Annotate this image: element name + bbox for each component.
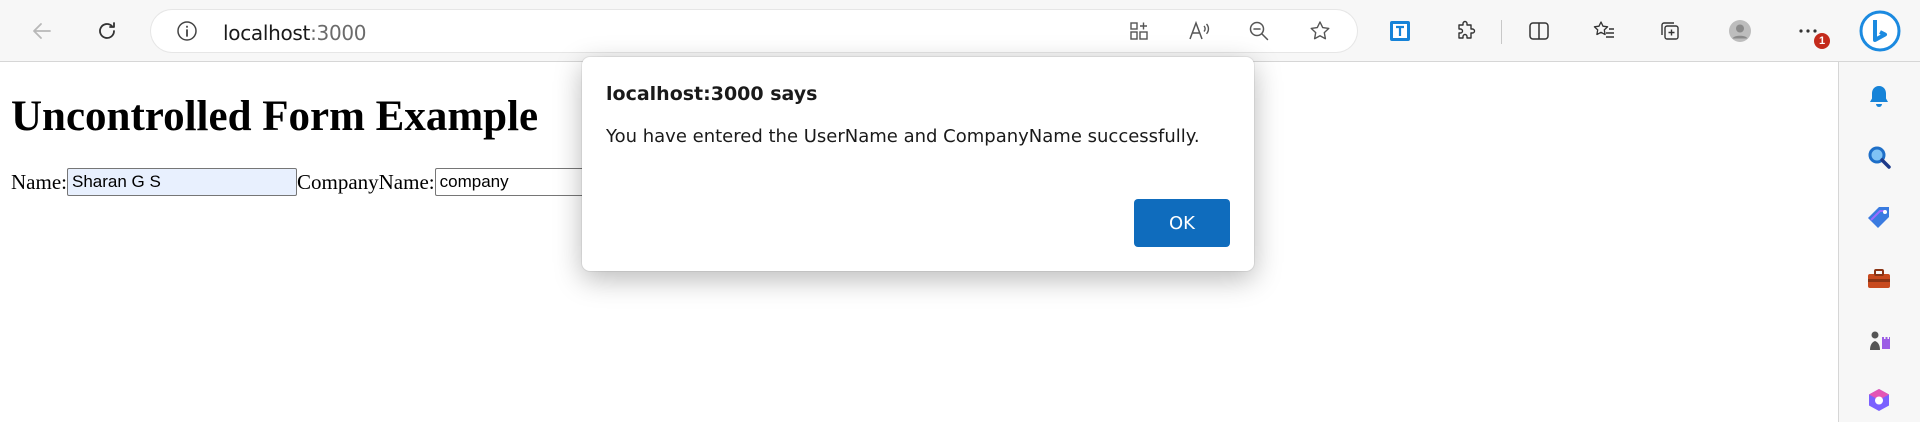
profile-icon <box>1729 20 1751 42</box>
sidebar-notifications-button[interactable] <box>1861 78 1897 114</box>
address-bar[interactable]: localhost:3000 <box>151 10 1357 52</box>
bing-copilot-button[interactable] <box>1858 9 1902 53</box>
url-port: :3000 <box>310 21 367 45</box>
translator-extension-button[interactable] <box>1382 13 1418 49</box>
sidebar-search-button[interactable] <box>1861 139 1897 175</box>
office-icon <box>1869 389 1889 411</box>
back-button[interactable] <box>24 13 60 49</box>
back-arrow-icon <box>33 23 51 39</box>
uncontrolled-form: Name: Sharan G S CompanyName: company <box>11 168 595 196</box>
favorites-icon <box>1593 21 1614 38</box>
shopping-tag-icon <box>1868 207 1889 228</box>
company-name-input[interactable]: company <box>434 168 595 196</box>
app-available-icon <box>1130 22 1148 40</box>
split-screen-button[interactable] <box>1521 13 1557 49</box>
translator-extension-icon <box>1390 21 1410 41</box>
search-icon <box>1868 146 1891 169</box>
sidebar-games-button[interactable] <box>1861 322 1897 358</box>
collections-button[interactable] <box>1652 13 1688 49</box>
sidebar-tools-button[interactable] <box>1861 261 1897 297</box>
url-text[interactable]: localhost:3000 <box>223 21 367 45</box>
edge-sidebar <box>1838 62 1920 422</box>
url-host: localhost <box>223 21 311 45</box>
read-aloud-icon <box>1189 20 1210 40</box>
name-label: Name: <box>11 169 67 194</box>
tools-briefcase-icon <box>1868 269 1890 288</box>
favorites-button[interactable] <box>1586 13 1622 49</box>
app-available-button[interactable] <box>1127 19 1151 43</box>
bell-icon <box>1870 86 1888 107</box>
collections-icon <box>1661 22 1679 40</box>
notification-badge: 1 <box>1814 33 1830 49</box>
name-input[interactable]: Sharan G S <box>66 168 297 196</box>
company-name-label: CompanyName: <box>296 169 435 194</box>
refresh-icon <box>99 22 115 39</box>
extensions-icon <box>1458 20 1476 39</box>
bing-copilot-icon <box>1859 10 1901 52</box>
favorite-button[interactable] <box>1308 19 1332 43</box>
games-icon <box>1870 331 1890 350</box>
alert-message: You have entered the UserName and Compan… <box>606 126 1200 147</box>
read-aloud-button[interactable] <box>1187 19 1211 43</box>
browser-toolbar: localhost:3000 1 <box>0 0 1920 62</box>
split-screen-icon <box>1529 22 1549 40</box>
favorite-star-icon <box>1310 21 1330 40</box>
ok-button[interactable]: OK <box>1134 199 1230 247</box>
info-icon <box>177 21 197 41</box>
alert-title: localhost:3000 says <box>606 83 818 105</box>
page-title: Uncontrolled Form Example <box>11 93 539 140</box>
site-info-button[interactable] <box>175 19 199 43</box>
sidebar-shopping-button[interactable] <box>1861 200 1897 236</box>
toolbar-separator <box>1501 20 1502 44</box>
refresh-button[interactable] <box>89 13 125 49</box>
sidebar-office-button[interactable] <box>1861 382 1897 418</box>
zoom-out-button[interactable] <box>1247 19 1271 43</box>
extensions-button[interactable] <box>1448 13 1484 49</box>
alert-dialog: localhost:3000 says You have entered the… <box>582 57 1254 271</box>
zoom-out-icon <box>1249 21 1269 41</box>
profile-button[interactable] <box>1722 13 1758 49</box>
